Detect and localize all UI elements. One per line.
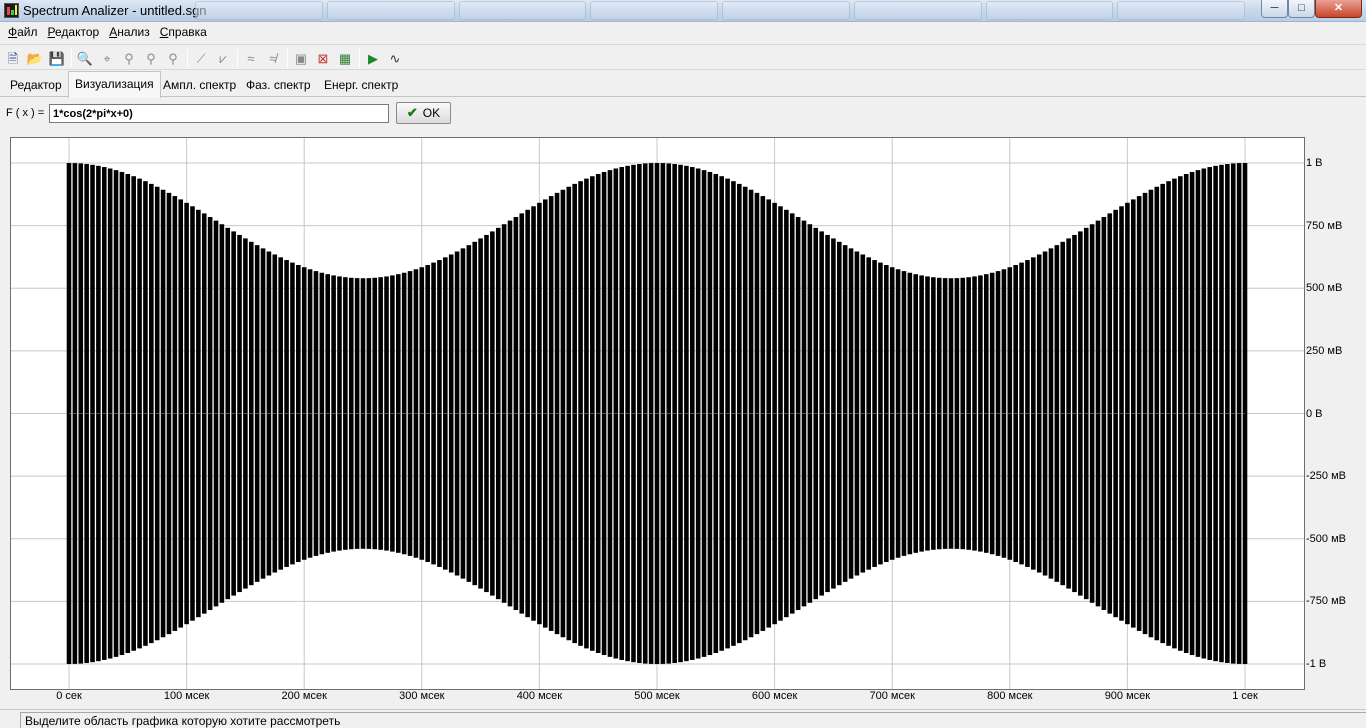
- menu-label: правка: [168, 25, 207, 39]
- x-tick-label: 800 мсек: [987, 690, 1033, 702]
- toolbar: 🗎 📂 💾 🔍 ⌖ ⚲ ⚲ ⚲ ⟋ ⩗ ≈ ≉ ▣ ⊠ ▦ ▶ ∿: [0, 44, 1366, 70]
- y-axis-labels: 1 В 750 мВ 500 мВ 250 мВ 0 В -250 мВ -500 мВ -7…: [1306, 130, 1366, 690]
- x-tick-label: 300 мсек: [399, 690, 445, 702]
- toolbar-separator: [287, 49, 288, 67]
- x-tick-label: 700 мсек: [869, 690, 915, 702]
- toolbar-separator: [71, 49, 72, 67]
- save-icon[interactable]: 💾: [48, 49, 66, 67]
- x-tick-label: 600 мсек: [751, 690, 798, 702]
- menu-item-0[interactable]: Файл: [3, 23, 43, 41]
- crosshair-icon[interactable]: ⌖: [98, 49, 116, 67]
- x-tick-label: 0 сек: [56, 690, 82, 702]
- menu-item-1[interactable]: Редактор: [43, 23, 105, 41]
- menu-accelerator: Р: [47, 25, 55, 39]
- background-tab: [722, 1, 850, 20]
- open-folder-icon[interactable]: 📂: [26, 49, 44, 67]
- signal-plot[interactable]: [10, 137, 1305, 690]
- x-tick-label: 1 сек: [1232, 690, 1258, 702]
- waveform-icon[interactable]: ∿: [386, 49, 404, 67]
- menu-accelerator: А: [109, 25, 118, 39]
- background-tab: [458, 1, 587, 20]
- y-tick-label: 1 В: [1306, 157, 1323, 169]
- toolbar-separator: [237, 49, 238, 67]
- tab-2[interactable]: Ампл. спектр: [157, 73, 242, 97]
- tab-bar: Редактор Визуализация Ампл. спектр Фаз. спе…: [0, 71, 1366, 98]
- toolbar-separator: [359, 49, 360, 67]
- y-tick-label: -250 мВ: [1306, 470, 1346, 483]
- background-tab: [590, 1, 718, 20]
- close-button[interactable]: ✕: [1315, 0, 1362, 18]
- formula-label: F ( x ) =: [6, 107, 45, 119]
- line-tool-icon[interactable]: ⟋: [192, 49, 210, 67]
- x-tick-label: 100 мсек: [163, 690, 210, 702]
- magnifier-icon[interactable]: 🔍: [76, 49, 94, 67]
- background-tab: [195, 1, 323, 20]
- application-window: Spectrum Analizer - untitled.sgn ─ □ ✕ Ф…: [0, 0, 1366, 728]
- window-title: Spectrum Analizer - untitled.sgn: [23, 3, 207, 18]
- background-taskbar-tabs: [195, 1, 1245, 21]
- background-tab: [853, 1, 982, 20]
- menu-label: айл: [17, 25, 38, 39]
- menu-item-2[interactable]: Анализ: [104, 23, 155, 41]
- y-tick-label: -1 В: [1306, 658, 1327, 670]
- menu-item-3[interactable]: Справка: [155, 23, 212, 41]
- zoom-reset-icon[interactable]: ⊠: [314, 49, 332, 67]
- y-tick-label: -500 мВ: [1306, 532, 1346, 545]
- status-text: Выделите область графика которую хотите …: [20, 712, 1366, 728]
- minimize-button[interactable]: ─: [1261, 0, 1288, 18]
- range-tool-icon[interactable]: ⩗: [214, 49, 232, 67]
- new-file-icon[interactable]: 🗎: [4, 49, 22, 67]
- background-tab: [326, 1, 455, 20]
- menu-label: нализ: [117, 25, 150, 39]
- marker-remove-icon[interactable]: ⚲: [164, 49, 182, 67]
- marker-icon[interactable]: ⚲: [120, 49, 138, 67]
- marker-add-icon[interactable]: ⚲: [142, 49, 160, 67]
- toolbar-separator: [187, 49, 188, 67]
- tab-3[interactable]: Фаз. спектр: [240, 73, 317, 97]
- filter-inverse-icon[interactable]: ≉: [264, 49, 282, 67]
- ok-button[interactable]: ✔ OK: [396, 102, 451, 124]
- y-tick-label: -750 мВ: [1306, 595, 1346, 608]
- y-tick-label: 750 мВ: [1306, 219, 1343, 232]
- x-axis-labels: 0 сек 100 мсек 200 мсек 300 мсек 400 мсек 500…: [0, 690, 1366, 704]
- filter-icon[interactable]: ≈: [242, 49, 260, 67]
- menu-accelerator: Ф: [8, 25, 18, 39]
- signal-plot-canvas[interactable]: [11, 138, 1304, 689]
- formula-row: F ( x ) = ✔ OK: [0, 98, 1366, 130]
- y-tick-label: 500 мВ: [1306, 282, 1343, 295]
- menu-bar: Файл Редактор Анализ Справка: [0, 23, 1366, 41]
- menu-label: едактор: [55, 25, 100, 39]
- zoom-region-icon[interactable]: ▣: [292, 49, 310, 67]
- tab-4[interactable]: Енерг. спектр: [318, 73, 404, 97]
- y-tick-label: 250 мВ: [1306, 344, 1343, 357]
- checkmark-icon: ✔: [406, 105, 418, 120]
- maximize-button[interactable]: □: [1288, 0, 1315, 18]
- x-tick-label: 900 мсек: [1104, 690, 1151, 702]
- title-bar[interactable]: Spectrum Analizer - untitled.sgn ─ □ ✕: [0, 0, 1366, 22]
- tab-1[interactable]: Визуализация: [68, 71, 161, 98]
- x-tick-label: 500 мсек: [634, 690, 680, 702]
- ok-button-label: OK: [422, 106, 441, 120]
- status-bar: Выделите область графика которую хотите …: [0, 709, 1366, 728]
- x-tick-label: 400 мсек: [516, 690, 563, 702]
- background-tab: [985, 1, 1114, 20]
- formula-input[interactable]: [49, 104, 389, 123]
- export-image-icon[interactable]: ▦: [336, 49, 354, 67]
- spectrum-app-icon: [4, 3, 19, 18]
- tab-0[interactable]: Редактор: [4, 73, 68, 97]
- x-tick-label: 200 мсек: [281, 690, 327, 702]
- y-tick-label: 0 В: [1306, 407, 1323, 420]
- play-icon[interactable]: ▶: [364, 49, 382, 67]
- background-tab: [1117, 1, 1245, 20]
